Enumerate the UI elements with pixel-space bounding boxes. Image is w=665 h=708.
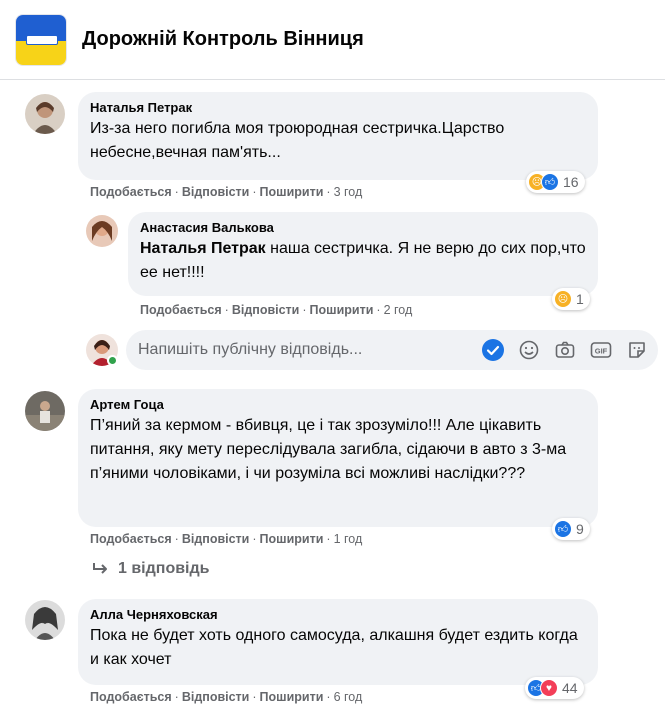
avatar[interactable]	[25, 600, 65, 640]
comment-author[interactable]: Наталья Петрак	[90, 100, 586, 115]
comment-text: Пока не будет хоть одного самосуда, алка…	[90, 627, 578, 668]
sticker-icon[interactable]	[626, 339, 648, 361]
comment-actions: Подобається · Відповісти · Поширити · 2 год	[140, 303, 413, 317]
share-button[interactable]: Поширити	[260, 185, 324, 199]
comment-bubble: Артем Гоца П’яний за кермом - вбивця, це…	[78, 389, 598, 527]
reaction-count: 44	[562, 680, 578, 696]
camera-icon[interactable]	[554, 339, 576, 361]
reaction-summary[interactable]: ☹ 👍︎ 16	[526, 171, 585, 193]
reaction-summary[interactable]: 👍︎ ♥ 44	[525, 677, 584, 699]
like-button[interactable]: Подобається	[90, 532, 172, 546]
comment-bubble: Наталья Петрак Из-за него погибла моя тр…	[78, 92, 598, 180]
page-logo[interactable]	[15, 14, 67, 66]
share-button[interactable]: Поширити	[310, 303, 374, 317]
online-status-dot	[107, 355, 118, 366]
reply-composer: GIF	[126, 330, 658, 370]
reaction-count: 16	[563, 174, 579, 190]
reply-button[interactable]: Відповісти	[182, 185, 250, 199]
comment-actions: Подобається · Відповісти · Поширити · 3 год	[90, 185, 363, 199]
reaction-count: 9	[576, 521, 584, 537]
reply-arrow-icon	[93, 563, 107, 574]
avatar[interactable]	[86, 215, 118, 247]
comment-actions: Подобається · Відповісти · Поширити · 6 год	[90, 690, 363, 704]
comment-time[interactable]: 6 год	[334, 690, 363, 704]
avatar[interactable]	[25, 94, 65, 134]
comment-actions: Подобається · Відповісти · Поширити · 1 год	[90, 532, 363, 546]
gif-icon[interactable]: GIF	[590, 339, 612, 361]
comment-bubble: Анастасия Валькова Наталья Петрак наша с…	[128, 212, 598, 296]
like-reaction-icon: 👍︎	[541, 173, 559, 191]
reply-button[interactable]: Відповісти	[232, 303, 300, 317]
like-button[interactable]: Подобається	[90, 185, 172, 199]
comment-time[interactable]: 2 год	[384, 303, 413, 317]
comment-time[interactable]: 3 год	[334, 185, 363, 199]
page-header: Дорожній Контроль Вінниця	[0, 0, 665, 80]
reply-button[interactable]: Відповісти	[182, 532, 250, 546]
reply-button[interactable]: Відповісти	[182, 690, 250, 704]
comment-text: П’яний за кермом - вбивця, це і так зроз…	[90, 417, 567, 482]
page-title[interactable]: Дорожній Контроль Вінниця	[82, 28, 364, 51]
emoji-icon[interactable]	[518, 339, 540, 361]
share-button[interactable]: Поширити	[260, 532, 324, 546]
comment-text: Наталья Петрак наша сестричка. Я не верю…	[140, 240, 586, 281]
love-reaction-icon: ♥	[540, 679, 558, 697]
share-button[interactable]: Поширити	[260, 690, 324, 704]
like-button[interactable]: Подобається	[140, 303, 222, 317]
comment-author[interactable]: Артем Гоца	[90, 397, 586, 412]
checkmark-icon[interactable]	[482, 339, 504, 361]
reaction-summary[interactable]: ☹ 1	[552, 288, 590, 310]
like-button[interactable]: Подобається	[90, 690, 172, 704]
comment-author[interactable]: Анастасия Валькова	[140, 220, 586, 235]
reaction-summary[interactable]: 👍︎ 9	[552, 518, 590, 540]
like-reaction-icon: 👍︎	[554, 520, 572, 538]
view-replies-label: 1 відповідь	[118, 560, 210, 577]
sad-reaction-icon: ☹	[554, 290, 572, 308]
avatar[interactable]	[25, 391, 65, 431]
mention-link[interactable]: Наталья Петрак	[140, 240, 266, 257]
comment-time[interactable]: 1 год	[334, 532, 363, 546]
comment-text: Из-за него погибла моя троюродная сестри…	[90, 120, 505, 161]
reaction-count: 1	[576, 291, 584, 307]
svg-text:GIF: GIF	[595, 347, 608, 356]
comment-bubble: Алла Черняховская Пока не будет хоть одн…	[78, 599, 598, 685]
reply-input[interactable]	[138, 330, 438, 370]
view-replies-link[interactable]: 1 відповідь	[92, 560, 210, 578]
comment-author[interactable]: Алла Черняховская	[90, 607, 586, 622]
